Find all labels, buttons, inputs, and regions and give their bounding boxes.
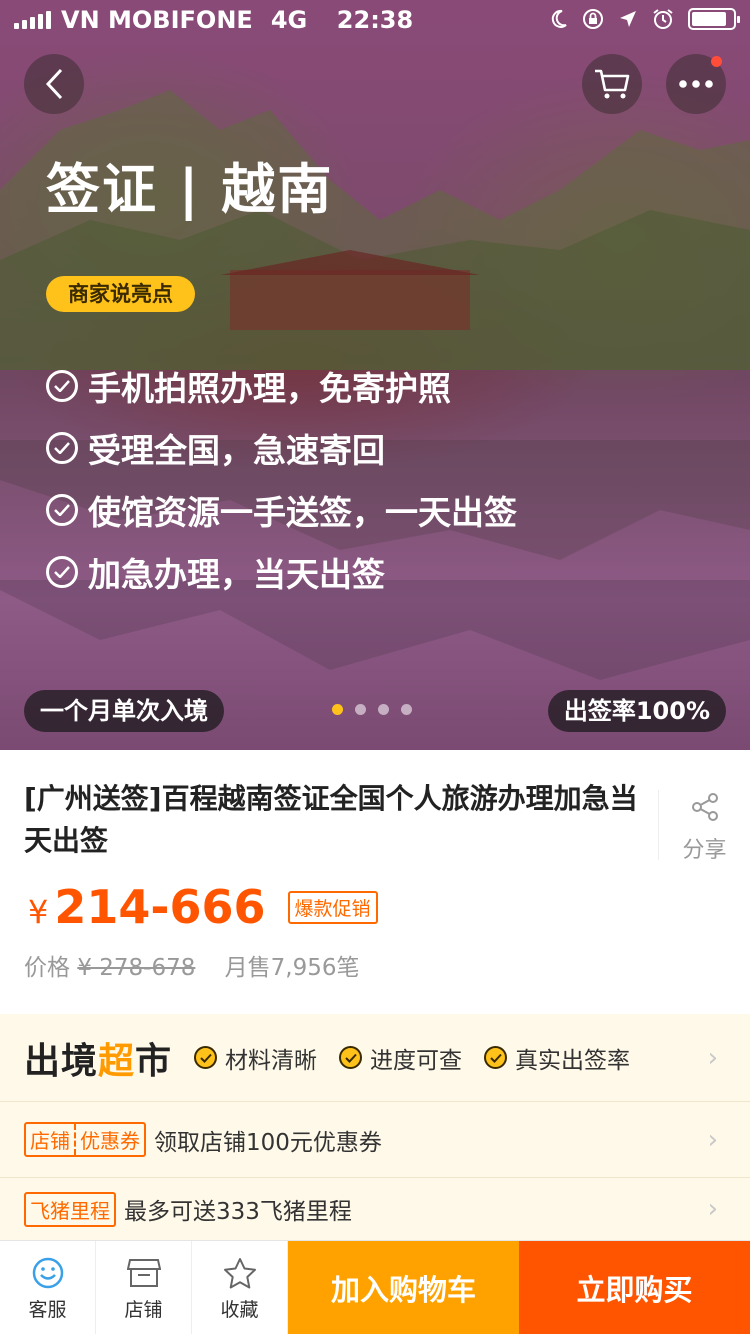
- promo-tag: 爆款促销: [287, 891, 378, 924]
- chevron-right-icon: ›: [707, 1194, 718, 1224]
- feature-item: 受理全国，急速寄回: [46, 417, 517, 479]
- guarantee-text: 材料清晰: [225, 1047, 318, 1074]
- check-badge-icon: [484, 1046, 508, 1069]
- guarantee-item: 材料清晰: [194, 1041, 317, 1075]
- guarantee-row[interactable]: 出境超市 材料清晰 进度可查 真实出签率 ›: [0, 1014, 750, 1102]
- chevron-right-icon: ›: [707, 1124, 718, 1155]
- check-circle-icon: [46, 494, 78, 526]
- product-title: [广州送签]百程越南签证全国个人旅游办理加急当天出签: [24, 782, 638, 857]
- product-info: [广州送签]百程越南签证全国个人旅游办理加急当天出签 分享 ¥ 214-666 …: [0, 750, 750, 1012]
- feature-text: 加急办理，当天出签: [88, 555, 385, 594]
- carousel-indicator: [332, 704, 412, 715]
- shop-button[interactable]: 店铺: [96, 1241, 192, 1334]
- shop-icon: [126, 1255, 161, 1291]
- outbound-market-logo: 出境超市: [24, 1040, 173, 1082]
- more-dots-icon: [679, 80, 713, 88]
- price-details: 价格 ¥ 278-678 月售7,956笔: [24, 948, 360, 982]
- original-price-label: 价格: [24, 955, 70, 981]
- share-icon: [691, 793, 718, 821]
- back-button[interactable]: [24, 54, 84, 114]
- chevron-left-icon: [45, 68, 63, 100]
- add-to-cart-button[interactable]: 加入购物车: [288, 1241, 519, 1334]
- notification-dot: [711, 56, 722, 67]
- shop-coupon-tag: 店铺 优惠券: [24, 1122, 146, 1157]
- coupon-row[interactable]: 店铺 优惠券 领取店铺100元优惠券 ›: [0, 1102, 750, 1178]
- guarantee-item: 真实出签率: [484, 1041, 630, 1075]
- check-circle-icon: [46, 432, 78, 464]
- moon-icon: [551, 9, 567, 28]
- hero-banner[interactable]: VN MOBIFONE 4G 22:38 签证 | 越南 商家说亮点 手机拍照办…: [0, 0, 750, 750]
- feature-text: 手机拍照办理，免寄护照: [88, 369, 451, 408]
- currency-symbol: ¥: [28, 893, 49, 931]
- more-button[interactable]: [666, 54, 726, 114]
- customer-service-button[interactable]: 客服: [0, 1241, 96, 1334]
- carousel-dot[interactable]: [401, 704, 412, 715]
- guarantee-item: 进度可查: [339, 1041, 462, 1075]
- feature-item: 加急办理，当天出签: [46, 541, 517, 603]
- cart-icon: [595, 69, 630, 99]
- shop-label: 店铺: [124, 1298, 163, 1321]
- service-section: 出境超市 材料清晰 进度可查 真实出签率 › 店铺 优惠券 领取店铺100元优惠券…: [0, 1014, 750, 1240]
- feature-text: 受理全国，急速寄回: [88, 431, 385, 470]
- carousel-dot[interactable]: [355, 704, 366, 715]
- entry-type-pill: 一个月单次入境: [24, 690, 224, 732]
- guarantee-text: 进度可查: [370, 1047, 463, 1074]
- monthly-sales: 月售7,956笔: [224, 955, 360, 981]
- check-badge-icon: [194, 1046, 218, 1069]
- star-icon: [223, 1255, 257, 1291]
- status-icons: [550, 8, 740, 30]
- carousel-dot[interactable]: [378, 704, 389, 715]
- success-rate-pill: 出签率100%: [547, 690, 726, 732]
- check-badge-icon: [339, 1046, 363, 1069]
- share-label: 分享: [682, 838, 727, 863]
- original-price: ¥ 278-678: [77, 955, 196, 981]
- coupon-text: 领取店铺100元优惠券: [154, 1129, 382, 1156]
- bottom-action-bar: 客服 店铺 收藏 加入购物车 立即购买: [0, 1240, 750, 1334]
- miles-text: 最多可送333飞猪里程: [124, 1199, 352, 1225]
- customer-service-icon: [31, 1255, 65, 1291]
- customer-service-label: 客服: [28, 1298, 67, 1321]
- favorite-label: 收藏: [220, 1298, 259, 1321]
- orientation-lock-icon: [583, 9, 603, 29]
- guarantee-text: 真实出签率: [515, 1047, 631, 1074]
- feature-list: 手机拍照办理，免寄护照 受理全国，急速寄回 使馆资源一手送签，一天出签 加急办理…: [46, 355, 517, 603]
- feature-text: 使馆资源一手送签，一天出签: [88, 493, 517, 532]
- alarm-icon: [653, 9, 673, 29]
- feature-item: 使馆资源一手送签，一天出签: [46, 479, 517, 541]
- price-value: 214-666: [54, 880, 266, 934]
- battery-icon: [688, 8, 740, 30]
- check-circle-icon: [46, 370, 78, 402]
- status-bar: VN MOBIFONE 4G 22:38: [0, 0, 750, 40]
- merchant-highlight-badge: 商家说亮点: [46, 276, 195, 312]
- buy-now-button[interactable]: 立即购买: [519, 1241, 750, 1334]
- carousel-dot[interactable]: [332, 704, 343, 715]
- miles-row[interactable]: 飞猪里程 最多可送333飞猪里程 ›: [0, 1178, 750, 1240]
- cart-button[interactable]: [582, 54, 642, 114]
- share-button[interactable]: 分享: [658, 790, 750, 863]
- check-circle-icon: [46, 556, 78, 588]
- hero-title: 签证 | 越南: [46, 158, 334, 221]
- miles-tag: 飞猪里程: [24, 1191, 116, 1227]
- price-row: ¥ 214-666 爆款促销: [28, 880, 378, 934]
- feature-item: 手机拍照办理，免寄护照: [46, 355, 517, 417]
- chevron-right-icon: ›: [707, 1042, 718, 1073]
- favorite-button[interactable]: 收藏: [192, 1241, 288, 1334]
- location-icon: [620, 11, 636, 27]
